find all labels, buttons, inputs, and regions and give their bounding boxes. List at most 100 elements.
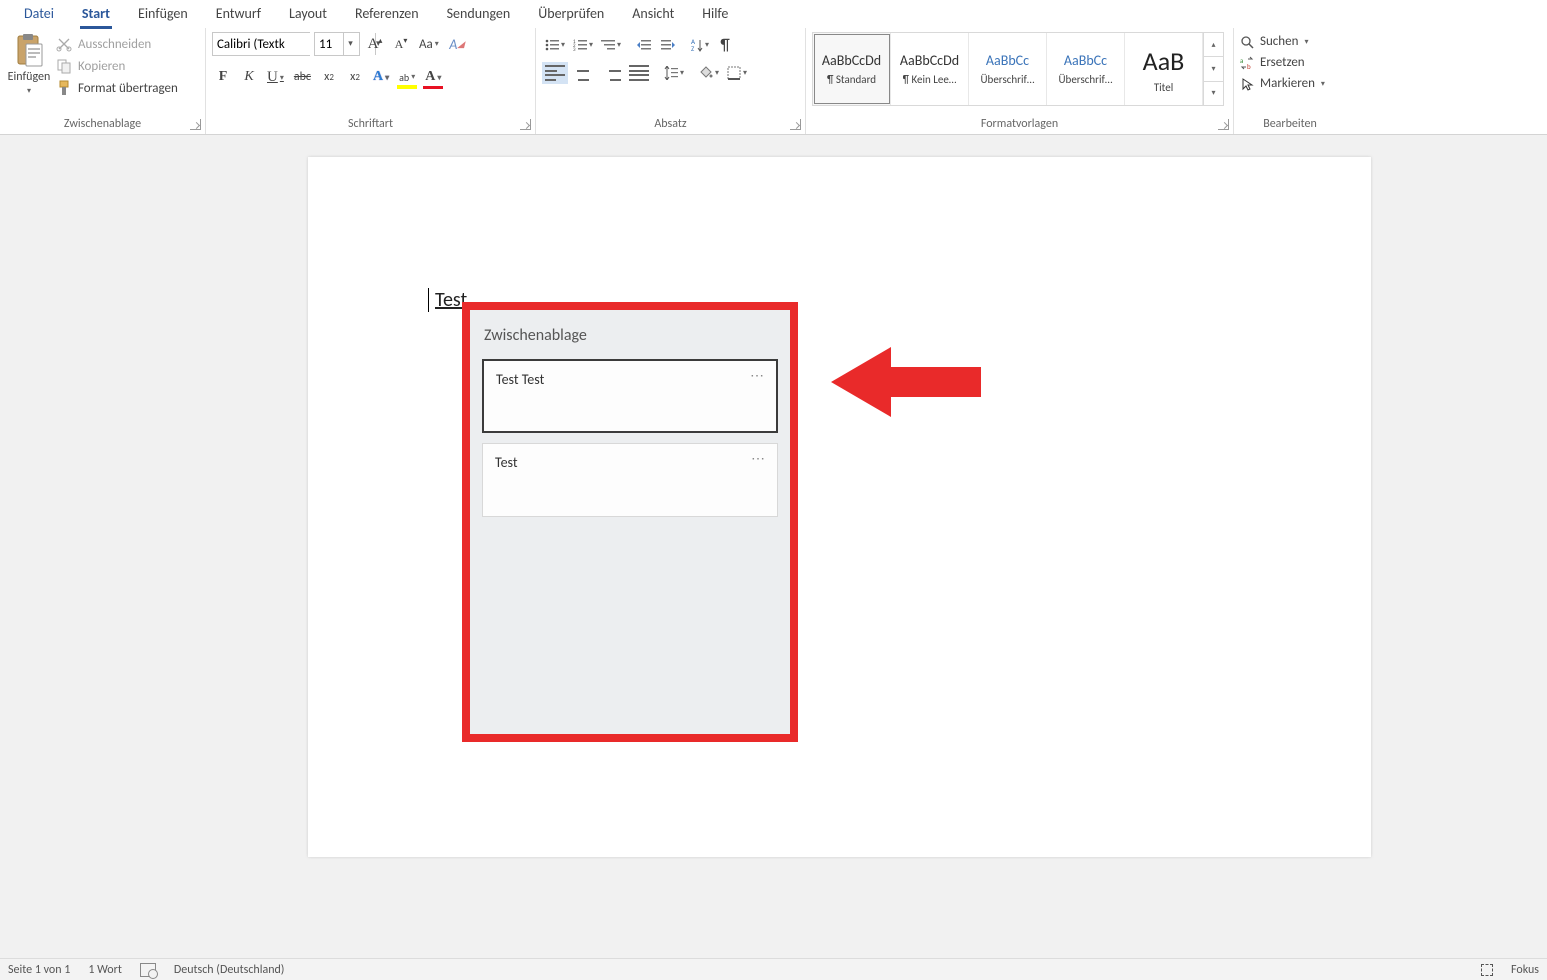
borders-button[interactable] bbox=[724, 62, 750, 84]
clipboard-popup[interactable]: Zwischenablage Test Test⋯Test⋯ bbox=[470, 310, 790, 734]
shrink-font-button[interactable]: A▾ bbox=[390, 33, 412, 55]
grow-font-button[interactable]: A▴ bbox=[364, 33, 386, 55]
tab-datei[interactable]: Datei bbox=[10, 1, 68, 28]
multilevel-list-button[interactable] bbox=[598, 34, 624, 56]
subscript-button[interactable]: x2 bbox=[318, 66, 340, 88]
group-clipboard-label: Zwischenablage bbox=[6, 114, 199, 134]
italic-button[interactable]: K bbox=[238, 66, 260, 88]
style-preview: AaBbCc bbox=[986, 52, 1029, 69]
svg-text:3: 3 bbox=[573, 47, 576, 51]
superscript-button[interactable]: x2 bbox=[344, 66, 366, 88]
clipboard-dialog-launcher[interactable] bbox=[190, 119, 201, 130]
replace-label: Ersetzen bbox=[1260, 55, 1305, 70]
paste-dropdown-icon[interactable]: ▾ bbox=[27, 86, 31, 96]
clipboard-popup-title: Zwischenablage bbox=[484, 326, 778, 345]
chevron-down-icon[interactable]: ▾ bbox=[343, 33, 357, 55]
styles-scroll[interactable]: ▴▾▾ bbox=[1203, 33, 1223, 105]
clipboard-item-1[interactable]: Test⋯ bbox=[482, 443, 778, 517]
clipboard-item-0[interactable]: Test Test ⋯ bbox=[482, 359, 778, 433]
text-effects-button[interactable]: A bbox=[370, 66, 392, 88]
styles-up-icon[interactable]: ▴ bbox=[1204, 33, 1223, 57]
group-font: ▾ ▾ A▴ A▾ Aa A◢ F K U abc x2 x2 A ab bbox=[206, 28, 536, 134]
select-button[interactable]: Markieren bbox=[1240, 76, 1325, 91]
numbering-button[interactable]: 123 bbox=[570, 34, 596, 56]
document-area[interactable]: Test Zwischenablage Test Test⋯Test⋯ bbox=[0, 135, 1547, 958]
sort-button[interactable]: AZ bbox=[688, 34, 712, 56]
brush-icon bbox=[56, 80, 72, 96]
document-page[interactable]: Test Zwischenablage Test Test⋯Test⋯ bbox=[308, 157, 1371, 857]
status-page[interactable]: Seite 1 von 1 bbox=[8, 963, 70, 977]
style-tile-3[interactable]: AaBbCcÜberschrif… bbox=[1047, 33, 1125, 105]
spellcheck-icon[interactable] bbox=[140, 963, 156, 977]
tab-sendungen[interactable]: Sendungen bbox=[433, 1, 525, 28]
search-icon bbox=[1240, 35, 1254, 49]
increase-indent-button[interactable] bbox=[657, 34, 679, 56]
tab-hilfe[interactable]: Hilfe bbox=[688, 1, 742, 28]
align-right-button[interactable] bbox=[598, 62, 624, 84]
tab-ueberpruefen[interactable]: Überprüfen bbox=[524, 1, 618, 28]
tab-referenzen[interactable]: Referenzen bbox=[341, 1, 433, 28]
underline-button[interactable]: U bbox=[264, 66, 287, 88]
style-name: Titel bbox=[1154, 81, 1173, 94]
style-name: Überschrif… bbox=[980, 73, 1034, 86]
shading-button[interactable] bbox=[696, 62, 722, 84]
strikethrough-button[interactable]: abc bbox=[291, 66, 314, 88]
group-editing: Suchen ab Ersetzen Markieren Bearbeiten bbox=[1234, 28, 1346, 134]
tab-einfuegen[interactable]: Einfügen bbox=[124, 1, 202, 28]
decrease-indent-button[interactable] bbox=[633, 34, 655, 56]
highlight-button[interactable]: ab bbox=[396, 66, 418, 88]
styles-dialog-launcher[interactable] bbox=[1218, 119, 1229, 130]
font-color-button[interactable]: A bbox=[422, 66, 444, 88]
group-paragraph-label: Absatz bbox=[542, 114, 799, 134]
tab-ansicht[interactable]: Ansicht bbox=[618, 1, 688, 28]
format-painter-button[interactable]: Format übertragen bbox=[56, 80, 178, 96]
format-painter-label: Format übertragen bbox=[78, 81, 178, 96]
copy-button[interactable]: Kopieren bbox=[56, 58, 178, 74]
font-name-combo[interactable]: ▾ bbox=[212, 32, 310, 56]
styles-more-icon[interactable]: ▾ bbox=[1204, 82, 1223, 105]
replace-button[interactable]: ab Ersetzen bbox=[1240, 55, 1305, 70]
paste-icon bbox=[14, 34, 44, 68]
clipboard-item-text: Test Test bbox=[496, 371, 544, 388]
bullets-button[interactable] bbox=[542, 34, 568, 56]
style-tile-1[interactable]: AaBbCcDd¶ Kein Lee… bbox=[891, 33, 969, 105]
menu-bar: Datei Start Einfügen Entwurf Layout Refe… bbox=[0, 0, 1547, 28]
align-center-button[interactable] bbox=[570, 62, 596, 84]
clear-formatting-button[interactable]: A◢ bbox=[446, 33, 468, 55]
cut-button[interactable]: Ausschneiden bbox=[56, 36, 178, 52]
paragraph-dialog-launcher[interactable] bbox=[790, 119, 801, 130]
clipboard-item-menu-icon[interactable]: ⋯ bbox=[750, 367, 766, 384]
change-case-button[interactable]: Aa bbox=[416, 33, 442, 55]
show-marks-button[interactable]: ¶ bbox=[714, 34, 736, 56]
annotation-arrow bbox=[831, 347, 981, 437]
styles-down-icon[interactable]: ▾ bbox=[1204, 57, 1223, 81]
tab-entwurf[interactable]: Entwurf bbox=[202, 1, 275, 28]
align-justify-button[interactable] bbox=[626, 62, 652, 84]
find-label: Suchen bbox=[1260, 34, 1298, 49]
group-paragraph: 123 AZ ¶ Absatz bbox=[536, 28, 806, 134]
style-name: Überschrif… bbox=[1058, 73, 1112, 86]
font-size-input[interactable] bbox=[315, 33, 343, 55]
status-focus[interactable]: Fokus bbox=[1511, 963, 1539, 977]
group-font-label: Schriftart bbox=[212, 114, 529, 134]
cursor-icon bbox=[1240, 77, 1254, 91]
cut-label: Ausschneiden bbox=[78, 37, 151, 52]
font-dialog-launcher[interactable] bbox=[520, 119, 531, 130]
line-spacing-button[interactable] bbox=[661, 62, 687, 84]
tab-start[interactable]: Start bbox=[68, 1, 124, 28]
status-language[interactable]: Deutsch (Deutschland) bbox=[174, 963, 285, 977]
style-tile-0[interactable]: AaBbCcDd¶ Standard bbox=[813, 33, 891, 105]
group-styles-label: Formatvorlagen bbox=[812, 114, 1227, 134]
find-button[interactable]: Suchen bbox=[1240, 34, 1308, 49]
paste-button[interactable]: Einfügen ▾ bbox=[6, 32, 52, 96]
font-size-combo[interactable]: ▾ bbox=[314, 32, 360, 56]
tab-layout[interactable]: Layout bbox=[275, 1, 341, 28]
svg-text:a: a bbox=[1240, 56, 1243, 65]
status-word-count[interactable]: 1 Wort bbox=[88, 963, 122, 977]
style-tile-4[interactable]: AaBTitel bbox=[1125, 33, 1203, 105]
align-left-button[interactable] bbox=[542, 62, 568, 84]
svg-text:b: b bbox=[1247, 62, 1251, 70]
style-tile-2[interactable]: AaBbCc Überschrif… bbox=[969, 33, 1047, 105]
clipboard-item-menu-icon[interactable]: ⋯ bbox=[751, 450, 767, 467]
bold-button[interactable]: F bbox=[212, 66, 234, 88]
